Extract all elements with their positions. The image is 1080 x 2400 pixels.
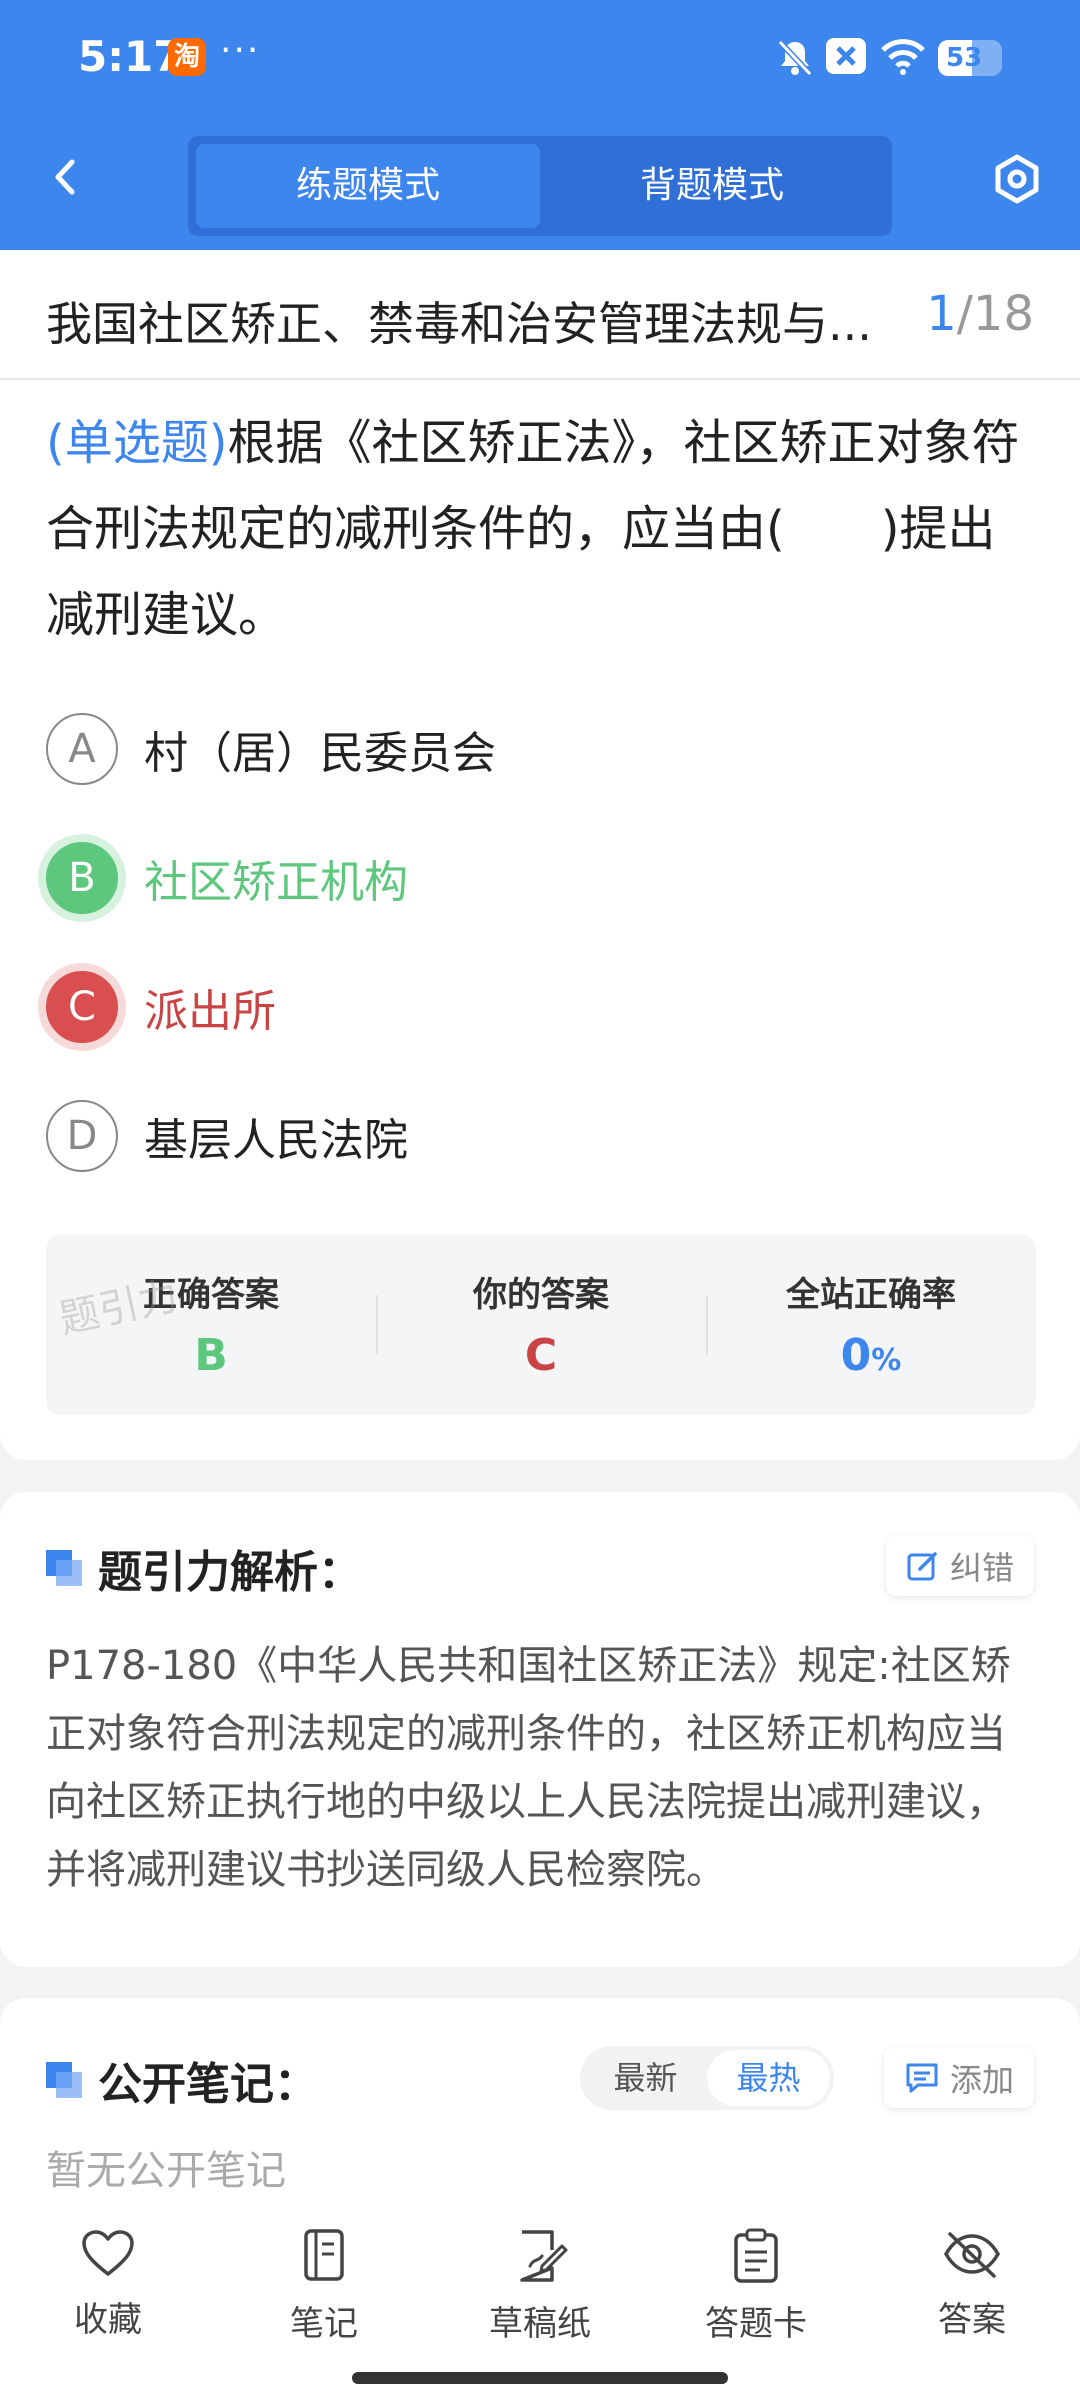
status-bar: 5:17 淘 ··· 53 [0, 0, 1080, 120]
question-card: 我国社区矫正、禁毒和治安管理法规与... 1/18 (单选题)根据《社区矫正法》… [0, 250, 1080, 1460]
empty-notes-text: 暂无公开笔记 [46, 2148, 286, 2194]
report-error-button[interactable]: 纠错 [885, 1536, 1034, 1596]
status-time: 5:17 [78, 32, 183, 81]
your-answer-label: 你的答案 [473, 1275, 609, 1315]
accuracy-label: 全站正确率 [786, 1275, 956, 1315]
notes-sort-toggle: 最新 最热 [580, 2046, 834, 2110]
section-square-icon [46, 2062, 82, 2098]
chapter-title: 我国社区矫正、禁毒和治安管理法规与... [46, 297, 872, 351]
eye-off-icon [943, 2232, 1001, 2278]
battery-indicator: 53 [938, 40, 1002, 76]
draft-icon [520, 2230, 568, 2282]
analysis-text: P178-180《中华人民共和国社区矫正法》规定:社区矫正对象符合刑法规定的减刑… [46, 1643, 1011, 1893]
settings-icon[interactable] [990, 152, 1044, 206]
total-questions: /18 [956, 286, 1034, 342]
mute-bell-icon [777, 39, 813, 77]
option-a[interactable]: A 村（居）民委员会 [46, 712, 496, 786]
taobao-app-icon: 淘 [168, 38, 206, 76]
your-answer-block: 你的答案 C [376, 1235, 706, 1415]
nav-bar: 练题模式 背题模式 [0, 130, 1080, 240]
question-counter: 1/18 [926, 286, 1034, 342]
answer-sheet-button[interactable]: 答题卡 [656, 2210, 856, 2360]
question-type-tag: (单选题) [46, 415, 228, 471]
note-button[interactable]: 笔记 [224, 2210, 424, 2360]
option-letter: B [46, 842, 118, 914]
question-text: (单选题)根据《社区矫正法》，社区矫正对象符合刑法规定的减刑条件的，应当由( )… [46, 400, 1036, 658]
close-box-icon [826, 38, 866, 74]
analysis-card: 题引力解析： 纠错 P178-180《中华人民共和国社区矫正法》规定:社区矫正对… [0, 1492, 1080, 1967]
app-header: 5:17 淘 ··· 53 练题模式 背题模式 [0, 0, 1080, 250]
option-text: 社区矫正机构 [144, 857, 408, 908]
mode-switch: 练题模式 背题模式 [188, 136, 892, 236]
option-letter: D [46, 1100, 118, 1172]
question-header: 我国社区矫正、禁毒和治安管理法规与... 1/18 [0, 250, 1080, 380]
option-letter: A [46, 713, 118, 785]
bottom-toolbar: 收藏 笔记 草稿纸 答题卡 答案 [0, 2210, 1080, 2360]
favorite-button[interactable]: 收藏 [8, 2210, 208, 2360]
home-indicator[interactable] [352, 2372, 728, 2384]
option-text: 派出所 [144, 986, 276, 1037]
your-answer-value: C [524, 1330, 558, 1381]
option-b[interactable]: B 社区矫正机构 [46, 841, 408, 915]
tab-recite-mode[interactable]: 背题模式 [540, 144, 884, 228]
edit-icon [907, 1552, 937, 1581]
option-d[interactable]: D 基层人民法院 [46, 1099, 408, 1173]
notes-title: 公开笔记： [46, 2048, 318, 2112]
section-square-icon [46, 1550, 82, 1586]
notebook-icon [304, 2229, 344, 2281]
current-question-number: 1 [926, 286, 957, 342]
heart-icon [82, 2230, 134, 2276]
answer-summary: 正确答案 B 你的答案 C 全站正确率 0% [46, 1235, 1036, 1415]
sort-newest[interactable]: 最新 [584, 2050, 707, 2106]
add-note-button[interactable]: 添加 [883, 2048, 1034, 2108]
analysis-title: 题引力解析： [46, 1536, 362, 1600]
back-arrow-icon[interactable] [40, 150, 94, 204]
accuracy-value: 0% [840, 1330, 902, 1381]
option-c[interactable]: C 派出所 [46, 970, 276, 1044]
option-letter: C [46, 971, 118, 1043]
wifi-icon [881, 39, 925, 75]
option-text: 村（居）民委员会 [144, 728, 496, 779]
tab-practice-mode[interactable]: 练题模式 [196, 144, 540, 228]
sort-hot[interactable]: 最热 [707, 2050, 830, 2106]
draft-paper-button[interactable]: 草稿纸 [440, 2210, 640, 2360]
clipboard-icon [734, 2228, 778, 2283]
comment-icon [906, 2063, 938, 2093]
more-notifications-icon: ··· [220, 30, 261, 71]
show-answer-button[interactable]: 答案 [872, 2210, 1072, 2360]
accuracy-block: 全站正确率 0% [706, 1235, 1036, 1415]
option-text: 基层人民法院 [144, 1115, 408, 1166]
